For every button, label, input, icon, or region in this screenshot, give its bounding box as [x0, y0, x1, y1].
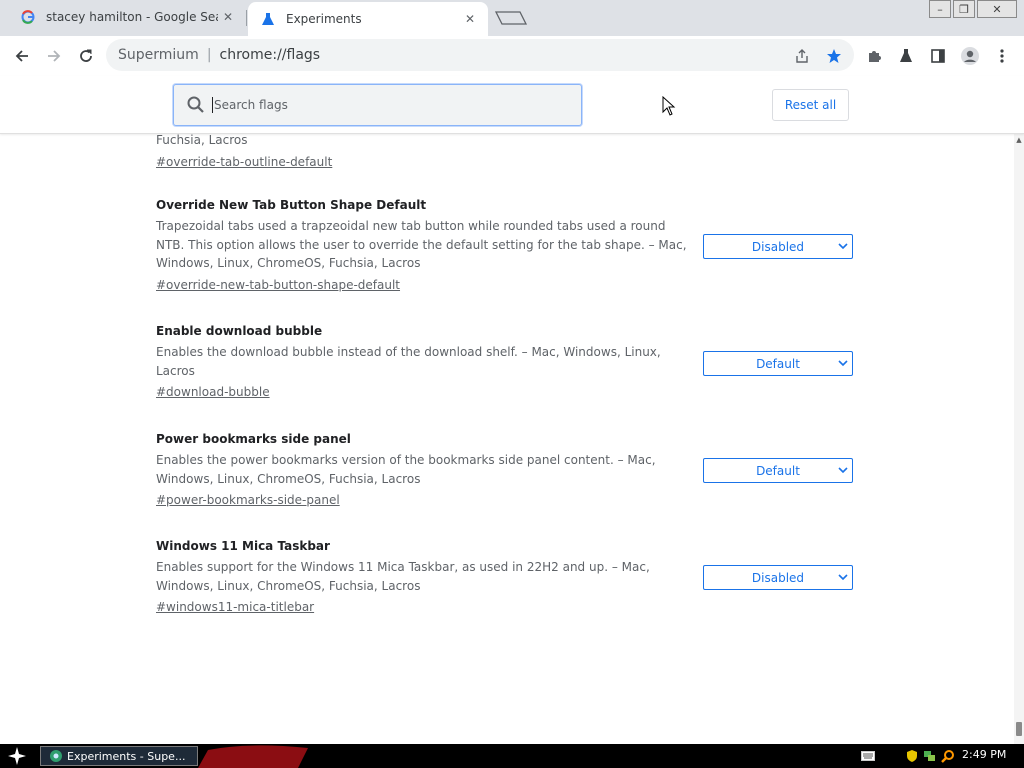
- extensions-icon[interactable]: [862, 44, 886, 68]
- experiment-select[interactable]: Default: [703, 351, 853, 376]
- select-value: Default: [756, 463, 800, 478]
- profile-avatar-icon[interactable]: [958, 44, 982, 68]
- experiment-link[interactable]: #override-tab-outline-default: [156, 154, 332, 170]
- bookmark-star-icon[interactable]: [822, 44, 846, 68]
- reload-icon: [80, 49, 92, 62]
- experiment-link[interactable]: #power-bookmarks-side-panel: [156, 492, 340, 508]
- experiment-link[interactable]: #windows11-mica-titlebar: [156, 599, 314, 615]
- magnifier-tray-icon[interactable]: [940, 747, 956, 765]
- restore-window-button[interactable]: ❐: [953, 0, 975, 18]
- experiment-new-tab-button-shape: Override New Tab Button Shape Default Tr…: [156, 196, 856, 293]
- security-shield-icon[interactable]: [904, 747, 920, 765]
- close-window-button[interactable]: ✕: [977, 0, 1017, 18]
- taskbar-decoration: [198, 745, 308, 768]
- experiment-title: Windows 11 Mica Taskbar: [156, 539, 330, 553]
- search-flags-input[interactable]: [214, 98, 554, 112]
- address-separator: |: [206, 47, 212, 63]
- flask-icon: [260, 11, 276, 27]
- chevron-down-icon: [838, 574, 848, 581]
- chevron-down-icon: [838, 360, 848, 367]
- experiment-power-bookmarks: Power bookmarks side panel Enables the p…: [156, 430, 856, 508]
- new-tab-button[interactable]: [494, 8, 528, 28]
- taskbar-item-experiments[interactable]: Experiments - Supe...: [40, 746, 198, 766]
- network-tray-icon[interactable]: [922, 747, 938, 765]
- search-flags-box[interactable]: [173, 84, 582, 126]
- close-tab-icon[interactable]: ✕: [218, 7, 238, 27]
- arrow-left-icon: [15, 50, 28, 62]
- taskbar-clock: 2:49 PM: [962, 748, 1007, 761]
- reload-button[interactable]: [72, 42, 100, 70]
- select-value: Default: [756, 356, 800, 371]
- keyboard-tray-icon[interactable]: [860, 747, 876, 765]
- tab-separator: [246, 10, 247, 26]
- experiment-description: Fuchsia, Lacros: [156, 134, 248, 147]
- arrow-right-icon: [48, 50, 61, 62]
- tab-title: Experiments: [286, 12, 362, 26]
- experiment-link[interactable]: #override-new-tab-button-shape-default: [156, 277, 400, 293]
- select-value: Disabled: [751, 239, 805, 254]
- experiment-download-bubble: Enable download bubble Enables the downl…: [156, 322, 856, 400]
- vertical-scrollbar[interactable]: ▲: [1014, 134, 1024, 744]
- reset-all-button[interactable]: Reset all: [772, 89, 849, 121]
- experiment-title: Override New Tab Button Shape Default: [156, 198, 427, 212]
- tab-google-search[interactable]: stacey hamilton - Google Search ✕: [8, 0, 246, 34]
- mouse-cursor-icon: [662, 95, 676, 120]
- experiment-link[interactable]: #download-bubble: [156, 384, 270, 400]
- star-start-icon: [8, 747, 26, 765]
- experiment-description: Trapezoidal tabs used a trapzeoidal new …: [156, 219, 687, 270]
- google-g-icon: [20, 9, 36, 25]
- select-value: Disabled: [751, 570, 805, 585]
- supermium-app-icon: [50, 750, 62, 762]
- side-panel-icon[interactable]: [926, 44, 950, 68]
- url-text: chrome://flags: [219, 47, 321, 63]
- share-icon[interactable]: [790, 44, 814, 68]
- experiment-select[interactable]: Disabled: [703, 565, 853, 590]
- experiment-description: Enables support for the Windows 11 Mica …: [156, 560, 650, 593]
- menu-kebab-icon[interactable]: [990, 44, 1014, 68]
- experiment-select[interactable]: Disabled: [703, 234, 853, 259]
- text-caret: [212, 97, 213, 113]
- close-tab-icon[interactable]: ✕: [460, 9, 480, 29]
- search-icon: [187, 96, 204, 113]
- flags-content: Fuchsia, Lacros #override-tab-outline-de…: [0, 134, 1014, 744]
- experiment-windows11-mica: Windows 11 Mica Taskbar Enables support …: [156, 537, 856, 615]
- scroll-up-icon[interactable]: ▲: [1015, 136, 1023, 144]
- flask-toolbar-icon[interactable]: [894, 44, 918, 68]
- experiment-title: Enable download bubble: [156, 324, 323, 338]
- tab-experiments[interactable]: Experiments ✕: [248, 2, 488, 36]
- experiment-override-tab-outline: Fuchsia, Lacros #override-tab-outline-de…: [156, 134, 856, 170]
- minimize-window-button[interactable]: –: [929, 0, 951, 18]
- tab-strip: stacey hamilton - Google Search ✕ Experi…: [0, 0, 1024, 36]
- address-bar[interactable]: Supermium | chrome://flags: [106, 39, 854, 71]
- forward-button[interactable]: [40, 42, 68, 70]
- start-button[interactable]: [4, 745, 30, 767]
- taskbar-item-label: Experiments - Supe...: [67, 749, 186, 763]
- experiment-description: Enables the download bubble instead of t…: [156, 345, 661, 378]
- tab-title: stacey hamilton - Google Search: [46, 10, 218, 24]
- experiment-title: Power bookmarks side panel: [156, 432, 351, 446]
- chevron-down-icon: [838, 243, 848, 250]
- flags-header: Reset all: [0, 76, 1024, 134]
- os-taskbar: Experiments - Supe... 2:49 PM: [0, 744, 1024, 768]
- experiment-description: Enables the power bookmarks version of t…: [156, 453, 656, 486]
- site-name: Supermium: [118, 47, 199, 63]
- back-button[interactable]: [8, 42, 36, 70]
- scrollbar-thumb[interactable]: [1016, 722, 1022, 736]
- chevron-down-icon: [838, 467, 848, 474]
- experiment-select[interactable]: Default: [703, 458, 853, 483]
- browser-toolbar: Supermium | chrome://flags: [0, 36, 1024, 76]
